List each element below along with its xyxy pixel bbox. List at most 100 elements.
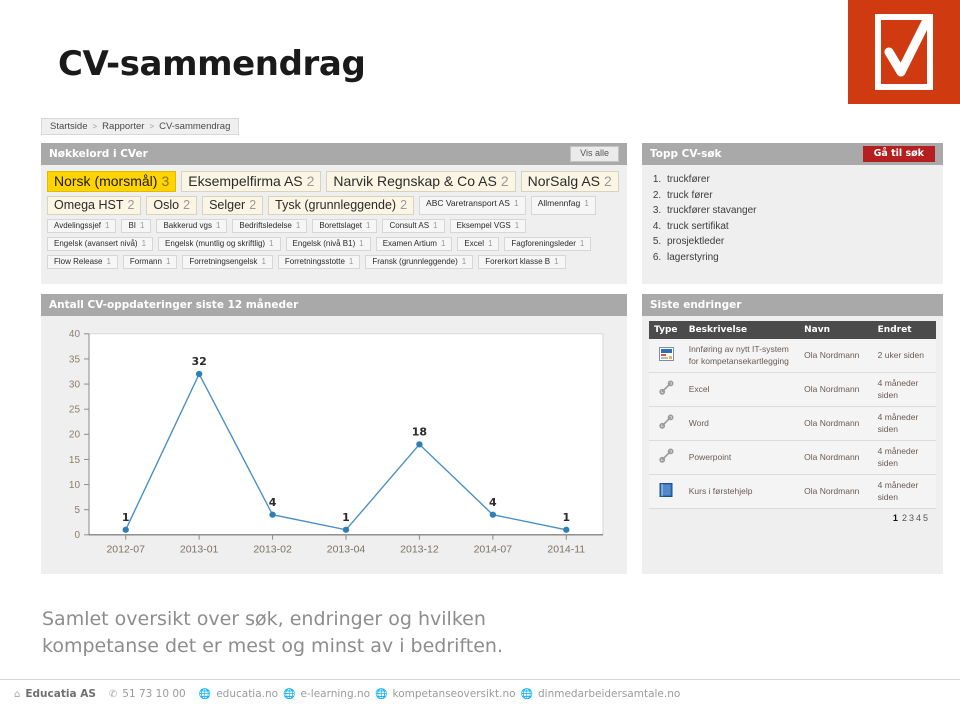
pagination-current: 1 <box>892 513 898 523</box>
brand-logo <box>848 0 960 104</box>
svg-text:2013-01: 2013-01 <box>180 544 219 555</box>
keyword-tag[interactable]: Narvik Regnskap & Co AS 2 <box>326 171 516 192</box>
keyword-tag[interactable]: Engelsk (nivå B1) 1 <box>285 237 371 251</box>
table-row[interactable]: Excel Ola Nordmann 4 måneder siden <box>649 372 936 407</box>
keyword-tag[interactable]: ABC Varetransport AS 1 <box>419 196 526 215</box>
pagination-page[interactable]: 2 <box>902 513 907 523</box>
keyword-tag[interactable]: Formann 1 <box>122 255 178 269</box>
footer-link-1[interactable]: e-learning.no <box>301 688 371 700</box>
footer-link-2[interactable]: kompetanseoversikt.no <box>393 688 516 700</box>
pagination[interactable]: 12345 <box>649 509 936 523</box>
slide-page: CV-sammendrag Startside > Rapporter > CV… <box>0 0 960 712</box>
keyword-tag[interactable]: Excel 1 <box>457 237 500 251</box>
keyword-tag[interactable]: Examen Artium 1 <box>375 237 453 251</box>
keyword-tag[interactable]: Forretningsengelsk 1 <box>182 255 273 269</box>
pagination-page[interactable]: 4 <box>916 513 921 523</box>
svg-text:2013-12: 2013-12 <box>400 544 439 555</box>
svg-text:4: 4 <box>269 496 277 509</box>
breadcrumb-item-1[interactable]: Rapporter <box>102 121 144 132</box>
keyword-tag-count: 2 <box>127 198 135 212</box>
recent-changes-body: Type Beskrivelse Navn Endret Innføring av n… <box>642 316 943 527</box>
footer-company: Educatia AS <box>25 688 96 700</box>
keyword-tag-cloud: Norsk (morsmål) 3 Eksempelfirma AS 2 Narvik … <box>41 165 627 273</box>
top-search-panel-header: Topp CV-søk Gå til søk <box>642 143 943 165</box>
keyword-tag[interactable]: Allmennfag 1 <box>530 196 596 215</box>
keyword-tag[interactable]: Borettslaget 1 <box>312 219 378 233</box>
breadcrumb-separator: > <box>92 122 98 131</box>
breadcrumb[interactable]: Startside > Rapporter > CV-sammendrag <box>41 118 240 135</box>
keyword-tag-label: Allmennfag <box>537 198 581 208</box>
keyword-tag[interactable]: Norsk (morsmål) 3 <box>47 171 177 192</box>
keyword-tag[interactable]: Tysk (grunnleggende) 2 <box>268 196 415 215</box>
keyword-tag[interactable]: Fransk (grunnleggende) 1 <box>365 255 474 269</box>
footer-link-3[interactable]: dinmedarbeidersamtale.no <box>538 688 680 700</box>
globe-icon: 🌐 <box>520 688 533 700</box>
top-search-item[interactable]: truck fører <box>664 188 943 204</box>
keyword-tag[interactable]: NorSalg AS 2 <box>520 171 619 192</box>
keyword-tag-count: 2 <box>183 198 191 212</box>
keywords-panel-header: Nøkkelord i CVer Vis alle <box>41 143 627 165</box>
table-row[interactable]: Word Ola Nordmann 4 måneder siden <box>649 406 936 441</box>
keyword-tag-label: Forretningsengelsk <box>189 257 258 266</box>
keyword-tag[interactable]: Forerkort klasse B1 <box>478 255 566 269</box>
table-row[interactable]: Kurs i førstehjelp Ola Nordmann 4 måneder … <box>649 474 936 509</box>
keyword-tag[interactable]: Flow Release 1 <box>47 255 118 269</box>
keyword-tag[interactable]: Fagforeningsleder 1 <box>504 237 592 251</box>
keyword-tag-count: 1 <box>461 257 467 266</box>
keyword-tag[interactable]: Forretningsstotte 1 <box>277 255 361 269</box>
svg-text:0: 0 <box>74 530 80 541</box>
keyword-tag[interactable]: Eksempelfirma AS 2 <box>181 171 322 192</box>
top-search-item[interactable]: truckfører stavanger <box>664 203 943 219</box>
keyword-tag-count: 1 <box>513 198 519 208</box>
keyword-tag-count: 1 <box>105 221 110 230</box>
keyword-tag-label: Flow Release <box>54 257 103 266</box>
keyword-tag-label: Eksempel VGS <box>456 221 511 230</box>
recent-changes-panel-header: Siste endringer <box>642 294 943 316</box>
row-description: Word <box>683 406 800 441</box>
presentation-icon <box>649 339 684 373</box>
svg-text:18: 18 <box>412 426 427 439</box>
pagination-page[interactable]: 5 <box>923 513 928 523</box>
keyword-tag-count: 2 <box>604 173 612 189</box>
keyword-tag-label: Narvik Regnskap & Co AS <box>333 173 497 189</box>
keyword-tag-label: Engelsk (muntlig og skriftlig) <box>165 239 266 248</box>
go-to-search-button[interactable]: Gå til søk <box>862 145 935 163</box>
footer-link-0[interactable]: educatia.no <box>216 688 278 700</box>
keyword-tag[interactable]: Eksempel VGS 1 <box>449 219 527 233</box>
row-changed: 4 måneder siden <box>872 440 936 475</box>
recent-changes-panel: Siste endringer Type Beskrivelse Navn Endre… <box>642 294 943 574</box>
breadcrumb-item-0[interactable]: Startside <box>50 121 88 132</box>
keyword-tag[interactable]: BI 1 <box>121 219 152 233</box>
table-row[interactable]: Innføring av nytt IT-system for kompetan… <box>649 339 936 373</box>
keyword-tag-count: 1 <box>514 221 520 230</box>
keyword-tag[interactable]: Engelsk (muntlig og skriftlig) 1 <box>158 237 281 251</box>
keyword-tag-count: 1 <box>140 221 145 230</box>
keyword-tag[interactable]: Consult AS 1 <box>382 219 445 233</box>
keyword-tag[interactable]: Bedriftsledelse 1 <box>232 219 308 233</box>
footer: ⌂ Educatia AS ✆ 51 73 10 00 🌐 educatia.n… <box>14 688 680 700</box>
show-all-button[interactable]: Vis alle <box>570 146 619 162</box>
top-search-item[interactable]: truckfører <box>664 172 943 188</box>
top-search-item[interactable]: lagerstyring <box>664 250 943 266</box>
svg-text:1: 1 <box>122 511 130 524</box>
keyword-tag[interactable]: Omega HST 2 <box>47 196 142 215</box>
pagination-page[interactable]: 3 <box>909 513 914 523</box>
keyword-tag-count: 2 <box>500 173 509 189</box>
svg-text:4: 4 <box>489 496 497 509</box>
keyword-tag[interactable]: Bakkerud vgs 1 <box>156 219 228 233</box>
table-row[interactable]: Powerpoint Ola Nordmann 4 måneder siden <box>649 440 936 475</box>
keyword-tag-count: 3 <box>161 173 170 189</box>
keyword-tag[interactable]: Engelsk (avansert nivå) 1 <box>47 237 154 251</box>
footer-phone: 51 73 10 00 <box>122 688 186 700</box>
top-search-item[interactable]: truck sertifikat <box>664 219 943 235</box>
row-description: Excel <box>683 372 800 407</box>
svg-text:1: 1 <box>562 511 570 524</box>
keyword-tag[interactable]: Selger 2 <box>202 196 264 215</box>
table-header-row: Type Beskrivelse Navn Endret <box>649 321 936 339</box>
row-name: Ola Nordmann <box>799 474 873 509</box>
keyword-tag[interactable]: Oslo 2 <box>146 196 198 215</box>
keyword-tag[interactable]: Avdelingssjef 1 <box>47 219 117 233</box>
row-name: Ola Nordmann <box>799 339 873 373</box>
keyword-tag-label: Borettslaget <box>319 221 363 230</box>
top-search-item[interactable]: prosjektleder <box>664 234 943 250</box>
